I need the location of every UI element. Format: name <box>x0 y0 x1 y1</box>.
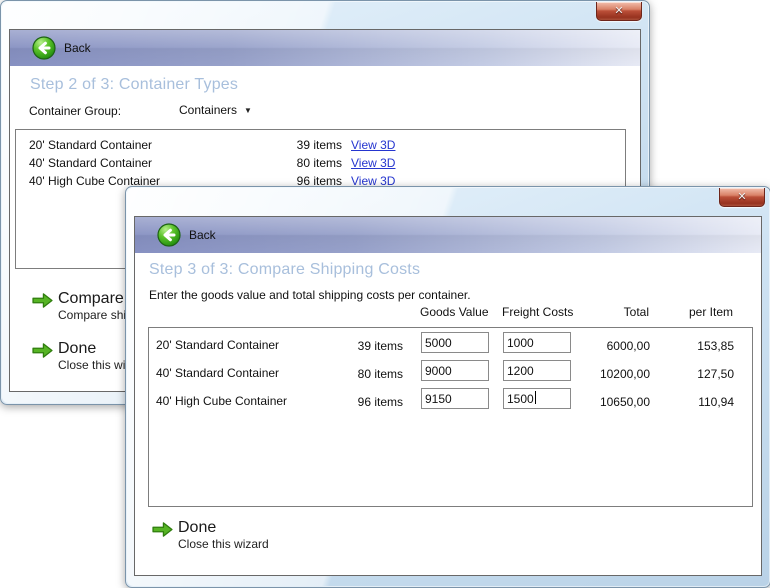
done-command-title: Done <box>58 340 131 358</box>
compare-command[interactable]: Compare Compare shi <box>31 290 126 323</box>
column-header-total: Total <box>568 305 649 319</box>
container-group-value: Containers <box>179 103 237 117</box>
freight-costs-input[interactable] <box>503 332 571 353</box>
close-button[interactable]: ✕ <box>596 2 642 21</box>
wizard-window-step3: ✕ Back Step 3 of 3: Compare Shipping Cos… <box>125 186 770 588</box>
container-group-label: Container Group: <box>29 104 121 118</box>
table-row: 40' High Cube Container 96 items 10650,0… <box>149 387 752 415</box>
goods-value-input[interactable] <box>421 388 489 409</box>
navigation-bar: Back <box>135 217 761 253</box>
chevron-down-icon: ▼ <box>244 106 252 115</box>
per-item-value: 127,50 <box>654 367 734 381</box>
close-button[interactable]: ✕ <box>719 188 765 207</box>
back-button-label: Back <box>189 228 216 242</box>
navigation-bar: Back <box>10 30 640 66</box>
back-button[interactable]: Back <box>32 36 91 60</box>
item-count: 96 items <box>333 395 403 409</box>
column-header-goods-value: Goods Value <box>420 305 489 319</box>
text-caret <box>535 391 536 404</box>
freight-costs-input[interactable] <box>503 388 571 409</box>
list-item[interactable]: 20' Standard Container 39 items View 3D <box>16 136 625 154</box>
column-header-per-item: per Item <box>653 305 733 319</box>
item-count: 80 items <box>333 367 403 381</box>
total-value: 10200,00 <box>569 367 650 381</box>
list-item[interactable]: 40' Standard Container 80 items View 3D <box>16 154 625 172</box>
back-button-label: Back <box>64 41 91 55</box>
item-count: 39 items <box>333 339 403 353</box>
done-command[interactable]: Done Close this wiz <box>31 340 131 373</box>
container-name: 20' Standard Container <box>16 138 272 152</box>
container-name: 40' Standard Container <box>16 156 272 170</box>
done-command-title: Done <box>178 519 269 537</box>
total-value: 10650,00 <box>569 395 650 409</box>
compare-command-title: Compare <box>58 290 126 308</box>
back-arrow-icon <box>157 223 181 247</box>
freight-costs-input[interactable] <box>503 360 571 381</box>
compare-command-subtitle: Compare shi <box>58 308 126 323</box>
table-row: 20' Standard Container 39 items 6000,00 … <box>149 331 752 359</box>
container-name: 40' Standard Container <box>156 366 279 380</box>
green-arrow-icon <box>31 342 54 359</box>
done-command-subtitle: Close this wiz <box>58 358 131 373</box>
done-command[interactable]: Done Close this wizard <box>151 519 269 552</box>
page-title: Step 3 of 3: Compare Shipping Costs <box>149 261 420 279</box>
cost-table: 20' Standard Container 39 items 6000,00 … <box>148 327 753 507</box>
back-arrow-icon <box>32 36 56 60</box>
goods-value-input[interactable] <box>421 360 489 381</box>
close-icon: ✕ <box>737 192 746 203</box>
page-description: Enter the goods value and total shipping… <box>149 288 471 302</box>
goods-value-input[interactable] <box>421 332 489 353</box>
item-count: 80 items <box>272 156 342 170</box>
window-content: Back Step 3 of 3: Compare Shipping Costs… <box>134 216 762 576</box>
view-3d-link[interactable]: View 3D <box>351 138 395 152</box>
table-row: 40' Standard Container 80 items 10200,00… <box>149 359 752 387</box>
container-name: 40' High Cube Container <box>156 394 287 408</box>
page-title: Step 2 of 3: Container Types <box>30 76 238 94</box>
total-value: 6000,00 <box>569 339 650 353</box>
close-icon: ✕ <box>614 6 623 17</box>
container-group-dropdown[interactable]: Containers ▼ <box>179 103 252 117</box>
done-command-subtitle: Close this wizard <box>178 537 269 552</box>
per-item-value: 153,85 <box>654 339 734 353</box>
column-header-freight-costs: Freight Costs <box>502 305 573 319</box>
view-3d-link[interactable]: View 3D <box>351 156 395 170</box>
green-arrow-icon <box>31 292 54 309</box>
back-button[interactable]: Back <box>157 223 216 247</box>
per-item-value: 110,94 <box>654 395 734 409</box>
container-name: 20' Standard Container <box>156 338 279 352</box>
item-count: 39 items <box>272 138 342 152</box>
green-arrow-icon <box>151 521 174 538</box>
